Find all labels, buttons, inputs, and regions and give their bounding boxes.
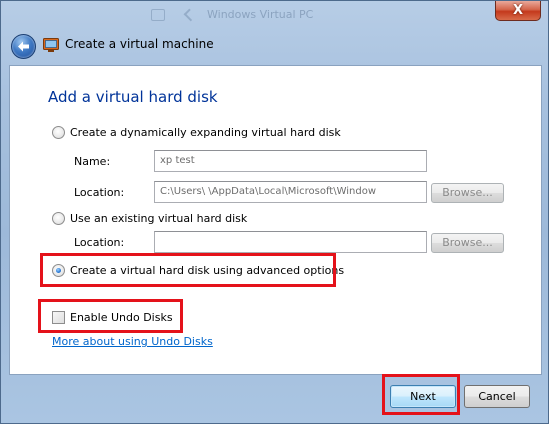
page-title: Add a virtual hard disk (48, 88, 218, 106)
option-dynamic[interactable]: Create a dynamically expanding virtual h… (52, 124, 341, 140)
undo-disks-help-link[interactable]: More about using Undo Disks (52, 335, 213, 348)
highlight-box-advanced (40, 253, 336, 287)
location-field-existing[interactable] (154, 231, 427, 253)
option-existing-label: Use an existing virtual hard disk (70, 211, 248, 225)
window-frame: Windows Virtual PC X Create a virtual ma… (0, 0, 549, 424)
window-title: Create a virtual machine (65, 37, 214, 51)
radio-existing[interactable] (52, 211, 65, 225)
radio-dynamic[interactable] (52, 125, 65, 139)
cancel-button[interactable]: Cancel (464, 385, 530, 408)
browse-button-existing[interactable]: Browse... (431, 233, 504, 253)
back-arrow-icon (18, 41, 29, 52)
virtual-pc-icon (43, 38, 59, 52)
content-panel: Add a virtual hard disk Create a dynamic… (9, 65, 542, 375)
name-field[interactable]: xp test (154, 150, 427, 172)
background-window-ghost: Windows Virtual PC (151, 5, 381, 27)
location-field-dynamic[interactable]: C:\Users\ \AppData\Local\Microsoft\Windo… (154, 181, 427, 203)
ghost-arrow-icon (183, 8, 197, 22)
option-dynamic-label: Create a dynamically expanding virtual h… (70, 125, 341, 139)
location-label-existing: Location: (74, 236, 125, 249)
ghost-window-icon (151, 9, 165, 21)
close-icon: X (512, 3, 524, 18)
ghost-title: Windows Virtual PC (207, 8, 314, 21)
browse-button-dynamic[interactable]: Browse... (431, 183, 504, 203)
next-button[interactable]: Next (390, 385, 456, 408)
highlight-box-undo (38, 299, 183, 333)
close-button[interactable]: X (495, 1, 541, 21)
location-label-dynamic: Location: (74, 186, 125, 199)
option-existing[interactable]: Use an existing virtual hard disk (52, 210, 247, 226)
name-label: Name: (74, 155, 111, 168)
back-button[interactable] (11, 34, 36, 59)
